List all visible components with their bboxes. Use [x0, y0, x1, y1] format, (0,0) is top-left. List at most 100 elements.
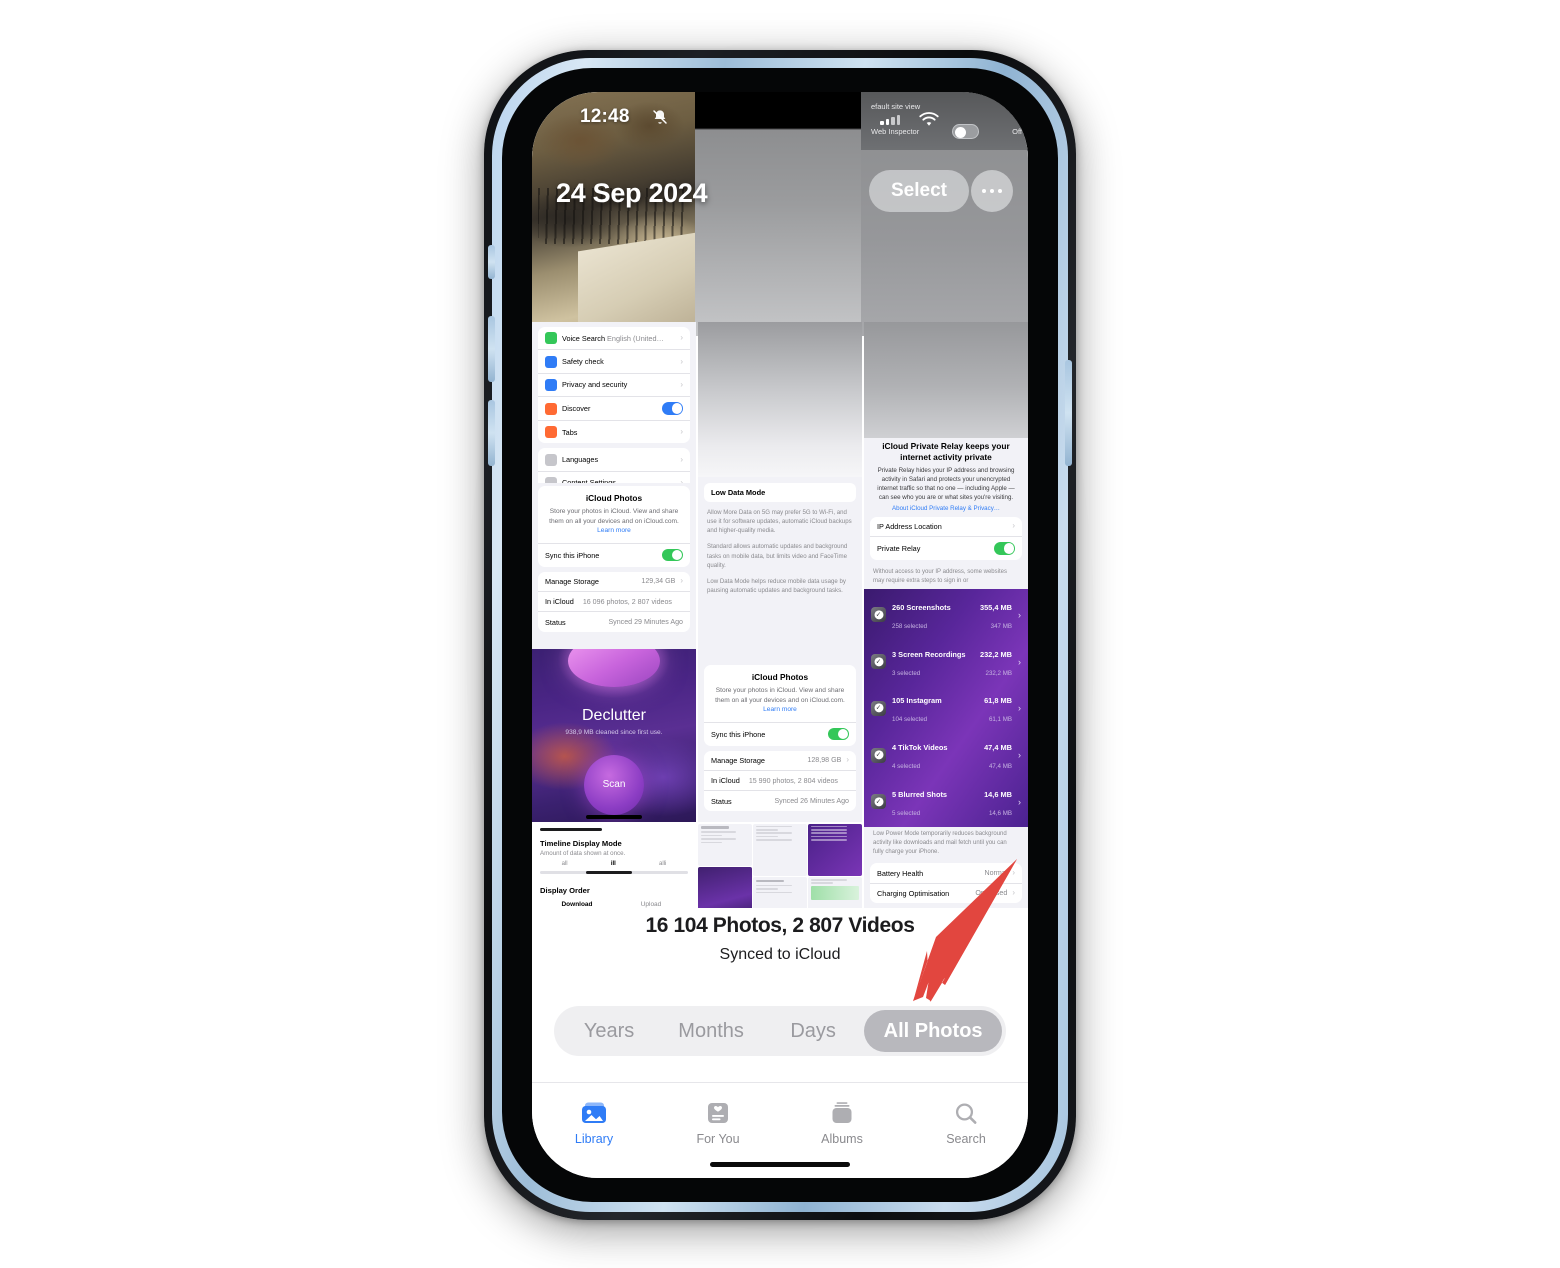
photo-video-count: 16 104 Photos, 2 807 Videos [645, 914, 915, 937]
tab-albums[interactable]: Albums [780, 1097, 904, 1146]
list-item[interactable]: Languages › [538, 448, 690, 472]
mini-thumb[interactable] [753, 823, 807, 876]
display-order-option-download-upload[interactable]: DownloadUpload [540, 901, 614, 908]
low-data-p2: Standard allows automatic updates and ba… [707, 543, 848, 569]
row-label: Safety check [562, 357, 604, 367]
learn-more-link-2[interactable]: Learn more [763, 706, 797, 713]
battery-footnote: Low Power Mode temporarily reduces backg… [873, 831, 1007, 855]
mini-thumb[interactable] [698, 823, 752, 866]
blurred-gray-photo[interactable] [698, 322, 862, 477]
blurred-gray-photo-2[interactable] [864, 322, 1028, 438]
private-relay-card: IP Address Location › Private Relay [870, 516, 1022, 561]
list-item[interactable]: Tabs › [538, 421, 690, 443]
battery-health-label: Battery Health [877, 868, 924, 878]
volume-down-button[interactable] [488, 400, 495, 466]
battery-health-row[interactable]: Battery Health Normal › [870, 863, 1022, 884]
tab-library[interactable]: Library [532, 1097, 656, 1146]
in-icloud-row: In iCloud 16 096 photos, 2 807 videos [538, 592, 690, 613]
list-item[interactable]: Voice Search English (United… › [538, 327, 690, 351]
icloud-photos-screenshot-2[interactable]: iCloud Photos Store your photos in iClou… [698, 659, 862, 822]
chevron-right-icon: › [1012, 888, 1015, 898]
low-data-p3: Low Data Mode helps reduce mobile data u… [707, 577, 846, 594]
scope-months[interactable]: Months [660, 1010, 762, 1052]
item-title: 105 Instagram [892, 696, 942, 706]
item-selected: 258 selected [892, 622, 928, 630]
mini-thumb-purple[interactable] [808, 823, 862, 876]
tab-for-you[interactable]: For You [656, 1097, 780, 1146]
photo-column-right[interactable]: iCloud Private Relay keeps your internet… [864, 322, 1028, 908]
home-indicator[interactable] [710, 1162, 850, 1167]
power-button[interactable] [1065, 360, 1072, 466]
microphone-icon [545, 332, 557, 345]
declutter-list-screenshot[interactable]: 260 Screenshots 258 selected 355,4 MB 347 … [864, 589, 1028, 828]
manage-storage-row[interactable]: Manage Storage 129,34 GB › [538, 572, 690, 593]
about-private-relay-link[interactable]: About iCloud Private Relay & Privacy… [873, 505, 1019, 512]
chevron-right-icon: › [680, 576, 683, 586]
mini-thumb-battery[interactable] [808, 877, 862, 908]
chevron-right-icon: › [1018, 703, 1021, 714]
display-settings-screenshot[interactable]: Timeline Display Mode Amount of data sho… [532, 821, 696, 908]
sync-this-iphone-row-2[interactable]: Sync this iPhone [704, 721, 856, 746]
scan-button[interactable]: Scan [584, 754, 644, 815]
icloud-photos-desc: Store your photos in iCloud. View and sh… [549, 508, 679, 525]
sync-toggle[interactable] [662, 548, 683, 562]
battery-screenshot[interactable]: Low Power Mode temporarily reduces backg… [864, 827, 1028, 908]
checked-thumbnail-icon [871, 794, 886, 810]
mute-switch[interactable] [488, 245, 495, 279]
list-item[interactable]: Discover [538, 397, 690, 421]
manage-storage-row-2[interactable]: Manage Storage 128,98 GB › [704, 751, 856, 772]
tabs-icon [545, 426, 557, 439]
wifi-icon [919, 112, 939, 126]
volume-up-button[interactable] [488, 316, 495, 382]
ip-address-location-row[interactable]: IP Address Location › [870, 517, 1022, 538]
row-label: Languages [562, 455, 599, 465]
display-order-options: DownloadUpload UploadDownload [540, 901, 688, 908]
charging-optimisation-row[interactable]: Charging Optimisation Optimised › [870, 884, 1022, 903]
for-you-card-icon [656, 1097, 780, 1131]
declutter-list-item[interactable]: 3 Screen Recordings 3 selected 232,2 MB 23… [864, 638, 1028, 685]
sync-this-iphone-row[interactable]: Sync this iPhone [538, 542, 690, 567]
list-item[interactable]: Privacy and security › [538, 374, 690, 398]
chevron-right-icon: › [1018, 796, 1021, 807]
scope-all-photos[interactable]: All Photos [864, 1010, 1002, 1052]
low-data-mode-screenshot[interactable]: Low Data Mode Allow More Data on 5G may … [698, 477, 862, 660]
storage-card: Manage Storage 129,34 GB › In iCloud 16 … [538, 571, 690, 632]
scope-years[interactable]: Years [558, 1010, 660, 1052]
in-icloud-row-2: In iCloud 15 990 photos, 2 804 videos [704, 771, 856, 792]
in-icloud-label: In iCloud [545, 597, 574, 607]
private-relay-toggle[interactable] [994, 542, 1015, 555]
declutter-list-item[interactable]: 4 TikTok Videos 4 selected 47,4 MB 47,4 MB… [864, 732, 1028, 779]
declutter-list-item[interactable]: 260 Screenshots 258 selected 355,4 MB 347 … [864, 591, 1028, 638]
timeline-scope-bar[interactable]: Years Months Days All Photos [554, 1006, 1006, 1056]
list-item[interactable]: Safety check › [538, 350, 690, 374]
declutter-screenshot[interactable]: Declutter 938,9 MB cleaned since first u… [532, 648, 696, 822]
sync-toggle-2[interactable] [828, 727, 849, 741]
photo-grid: efault site view Mobi Web Inspector Off … [532, 92, 1028, 908]
select-button[interactable]: Select [869, 170, 969, 212]
mini-thumb-declutter[interactable] [698, 867, 752, 908]
declutter-list-item[interactable]: 105 Instagram 104 selected 61,8 MB 61,1 MB… [864, 685, 1028, 732]
photo-column-left[interactable]: Voice Search English (United… › Safety c… [532, 322, 696, 908]
item-size-selected: 47,4 MB [988, 763, 1012, 771]
declutter-list-item[interactable]: 5 Blurred Shots 5 selected 14,6 MB 14,6 MB… [864, 779, 1028, 826]
manage-storage-value: 129,34 GB [641, 577, 676, 586]
display-order-option-upload-download[interactable]: UploadDownload [614, 901, 688, 908]
private-relay-row[interactable]: Private Relay [870, 537, 1022, 560]
declutter-title: Declutter [581, 706, 647, 724]
display-order-title: Display Order [540, 886, 590, 896]
in-icloud-label-2: In iCloud [711, 776, 740, 786]
learn-more-link[interactable]: Learn more [597, 527, 631, 534]
private-relay-screenshot[interactable]: iCloud Private Relay keeps your internet… [864, 438, 1028, 590]
timeline-slider[interactable] [540, 870, 688, 875]
item-selected: 3 selected [892, 669, 921, 677]
photo-columns: Voice Search English (United… › Safety c… [532, 322, 1028, 908]
discover-toggle[interactable] [662, 402, 683, 415]
photo-stack-icon [532, 1097, 656, 1131]
tab-bar: Library For You Albums Search [532, 1082, 1028, 1178]
scope-days[interactable]: Days [762, 1010, 864, 1052]
photo-column-middle[interactable]: Low Data Mode Allow More Data on 5G may … [698, 322, 862, 908]
nested-screenshot-collage[interactable] [698, 821, 862, 908]
mini-thumb[interactable] [753, 877, 807, 908]
ellipsis-icon[interactable] [971, 170, 1013, 212]
tab-search[interactable]: Search [904, 1097, 1028, 1146]
